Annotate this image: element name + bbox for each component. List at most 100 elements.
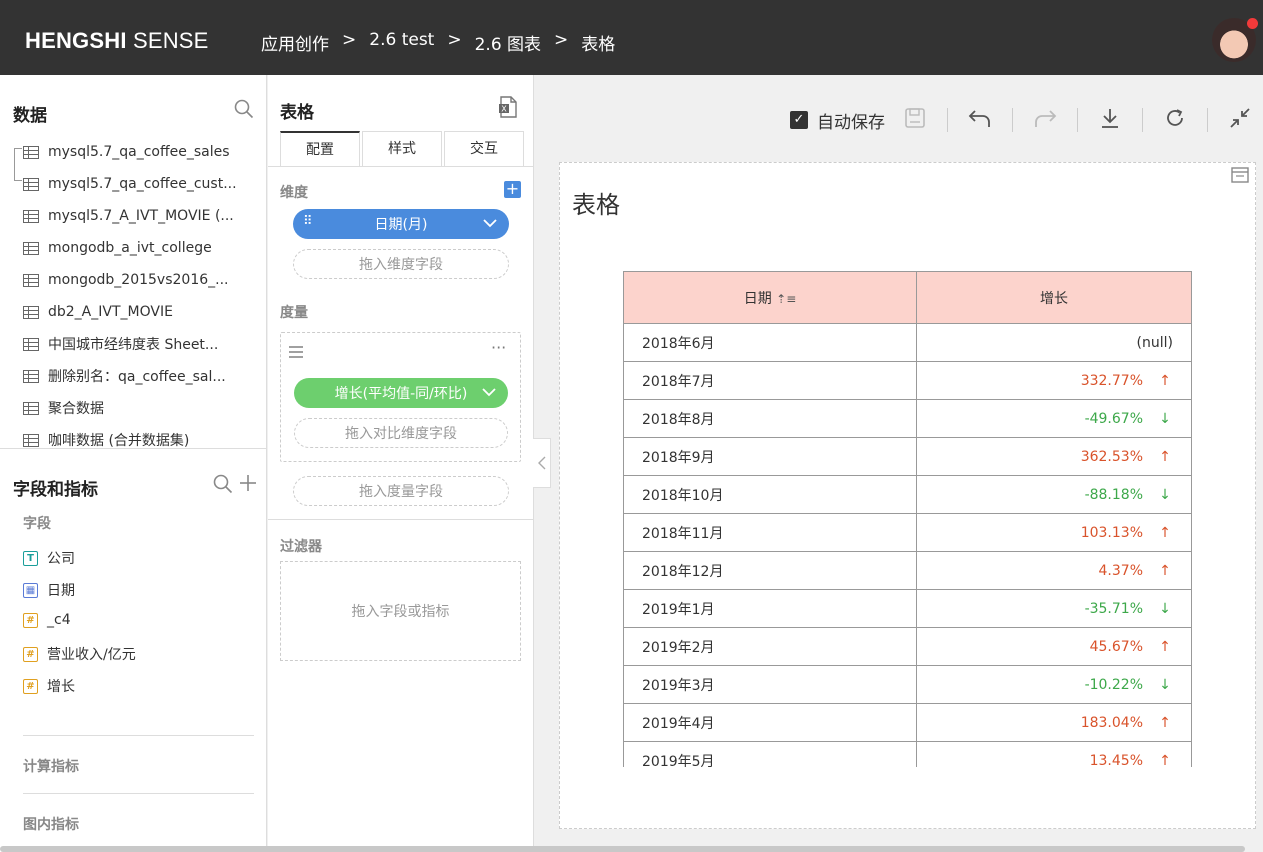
autosave-checkbox[interactable]: ✓ — [790, 111, 808, 129]
more-icon[interactable]: ··· — [491, 338, 506, 357]
collapse-panel-button[interactable] — [533, 438, 551, 488]
add-dimension-button[interactable]: + — [504, 181, 521, 198]
dataset-item[interactable]: 删除别名：qa_coffee_sal... — [0, 360, 267, 392]
dataset-item[interactable]: mysql5.7_A_IVT_MOVIE (... — [0, 200, 267, 232]
compare-drop-zone[interactable]: 拖入对比维度字段 — [294, 418, 508, 448]
table-row: 2018年11月 103.13% ↑ — [623, 513, 1192, 552]
dataset-item[interactable]: 咖啡数据 (合并数据集) — [0, 424, 267, 456]
breadcrumb-sep: > — [342, 30, 357, 50]
dataset-item[interactable]: mongodb_a_ivt_college — [0, 232, 267, 264]
drag-handle-icon[interactable]: ⠿ — [303, 214, 312, 229]
plus-icon[interactable] — [238, 473, 258, 498]
table-body: 2018年6月 (null) 2018年7月 332.77% ↑ 2018年8月 -49.6… — [623, 323, 1192, 768]
dataset-item[interactable]: 聚合数据 — [0, 392, 267, 424]
growth-cell: 362.53% ↑ — [916, 437, 1192, 476]
exit-fullscreen-icon[interactable] — [1224, 107, 1256, 134]
growth-value: -10.22% — [1084, 676, 1143, 693]
arrow-down-icon: ↓ — [1159, 600, 1171, 617]
chart-settings-icon[interactable] — [1229, 165, 1251, 191]
measure-pill[interactable]: 增长(平均值-同/环比) — [294, 378, 508, 408]
date-cell: 2019年1月 — [623, 589, 917, 628]
field-item[interactable]: T 公司 — [23, 548, 75, 568]
download-icon[interactable] — [1094, 107, 1126, 134]
table-icon — [23, 273, 39, 287]
dataset-item[interactable]: mongodb_2015vs2016_... — [0, 264, 267, 296]
number-type-icon: # — [23, 678, 38, 694]
filter-drop-zone[interactable]: 拖入字段或指标 — [280, 561, 521, 661]
growth-value: 103.13% — [1080, 524, 1143, 541]
arrow-up-icon: ↑ — [1159, 752, 1171, 768]
redo-icon[interactable] — [1029, 107, 1061, 134]
growth-value: -88.18% — [1084, 486, 1143, 503]
growth-cell: 183.04% ↑ — [916, 703, 1192, 742]
arrow-up-icon: ↑ — [1159, 638, 1171, 655]
logo[interactable]: HENGSHI SENSE — [25, 28, 209, 54]
dimension-pill[interactable]: ⠿ 日期(月) — [293, 209, 509, 239]
field-item[interactable]: # 营业收入/亿元 — [23, 644, 136, 664]
chevron-down-icon[interactable] — [482, 384, 496, 404]
dataset-item[interactable]: 中国城市经纬度表 Sheet... — [0, 328, 267, 360]
number-type-icon: # — [23, 612, 38, 628]
date-cell: 2018年7月 — [623, 361, 917, 400]
avatar[interactable] — [1212, 18, 1258, 62]
column-header-growth[interactable]: 增长 — [916, 271, 1192, 324]
growth-value: 362.53% — [1080, 448, 1143, 465]
canvas-toolbar: ✓ 自动保存 — [790, 104, 1256, 136]
chevron-down-icon[interactable] — [483, 215, 497, 235]
chart-title[interactable]: 表格 — [572, 185, 620, 220]
menu-icon[interactable] — [288, 343, 304, 364]
field-item[interactable]: # 增长 — [23, 676, 75, 696]
table-icon — [23, 177, 39, 191]
table-icon — [23, 241, 39, 255]
notification-dot — [1247, 18, 1258, 29]
dataset-item[interactable]: mysql5.7_qa_coffee_cust... — [0, 168, 267, 200]
arrow-down-icon: ↓ — [1159, 486, 1171, 503]
data-panel: 数据 mysql5.7_qa_coffee_sales mysql5.7_qa_… — [0, 75, 267, 852]
field-item[interactable]: ▦ 日期 — [23, 580, 75, 600]
breadcrumb-item-charts[interactable]: 2.6 图表 — [475, 30, 541, 55]
save-icon[interactable] — [899, 107, 931, 134]
growth-cell: -49.67% ↓ — [916, 399, 1192, 438]
breadcrumb-item-test[interactable]: 2.6 test — [369, 30, 434, 55]
measure-drop-zone[interactable]: 拖入度量字段 — [293, 476, 509, 506]
table-row: 2018年9月 362.53% ↑ — [623, 437, 1192, 476]
arrow-up-icon: ↑ — [1159, 562, 1171, 579]
breadcrumb-item-app[interactable]: 应用创作 — [261, 30, 329, 55]
sort-icon[interactable]: ⇡≡ — [776, 292, 796, 306]
breadcrumb: 应用创作 > 2.6 test > 2.6 图表 > 表格 — [261, 30, 615, 55]
column-header-date[interactable]: 日期 ⇡≡ — [623, 271, 917, 324]
table-row: 2018年6月 (null) — [623, 323, 1192, 362]
calc-metrics-label[interactable]: 计算指标 — [23, 756, 79, 776]
refresh-icon[interactable] — [1159, 107, 1191, 134]
field-item[interactable]: # _c4 — [23, 612, 71, 628]
toolbar-separator — [1207, 108, 1208, 132]
growth-cell: -10.22% ↓ — [916, 665, 1192, 704]
undo-icon[interactable] — [964, 107, 996, 134]
breadcrumb-sep: > — [447, 30, 462, 50]
dimension-drop-zone[interactable]: 拖入维度字段 — [293, 249, 509, 279]
dataset-item[interactable]: db2_A_IVT_MOVIE — [0, 296, 267, 328]
search-icon[interactable] — [213, 474, 233, 499]
table-row: 2018年10月 -88.18% ↓ — [623, 475, 1192, 514]
measure-label: 度量 — [280, 305, 308, 321]
inner-metrics-label[interactable]: 图内指标 — [23, 814, 79, 834]
section-divider — [23, 735, 254, 736]
dataset-item[interactable]: mysql5.7_qa_coffee_sales — [0, 136, 267, 168]
toolbar-separator — [1077, 108, 1078, 132]
section-divider — [23, 793, 254, 794]
tab-interaction[interactable]: 交互 — [444, 131, 524, 167]
tab-config[interactable]: 配置 — [280, 131, 360, 167]
tab-style[interactable]: 样式 — [362, 131, 442, 167]
table-icon — [23, 145, 39, 159]
chart-canvas[interactable]: 表格 日期 ⇡≡ 增长 2018年6月 (null) 2018年7月 332.77% ↑… — [559, 162, 1256, 829]
arrow-down-icon: ↓ — [1159, 676, 1171, 693]
table-row: 2019年3月 -10.22% ↓ — [623, 665, 1192, 704]
growth-cell: 332.77% ↑ — [916, 361, 1192, 400]
text-type-icon: T — [23, 550, 38, 566]
data-table-container: 日期 ⇡≡ 增长 2018年6月 (null) 2018年7月 332.77% ↑ 201… — [623, 271, 1193, 767]
growth-value: 13.45% — [1089, 752, 1143, 768]
search-icon[interactable] — [234, 99, 254, 124]
breadcrumb-item-current: 表格 — [581, 35, 616, 55]
excel-export-icon[interactable]: X — [498, 96, 518, 123]
horizontal-scrollbar[interactable] — [0, 846, 1245, 852]
